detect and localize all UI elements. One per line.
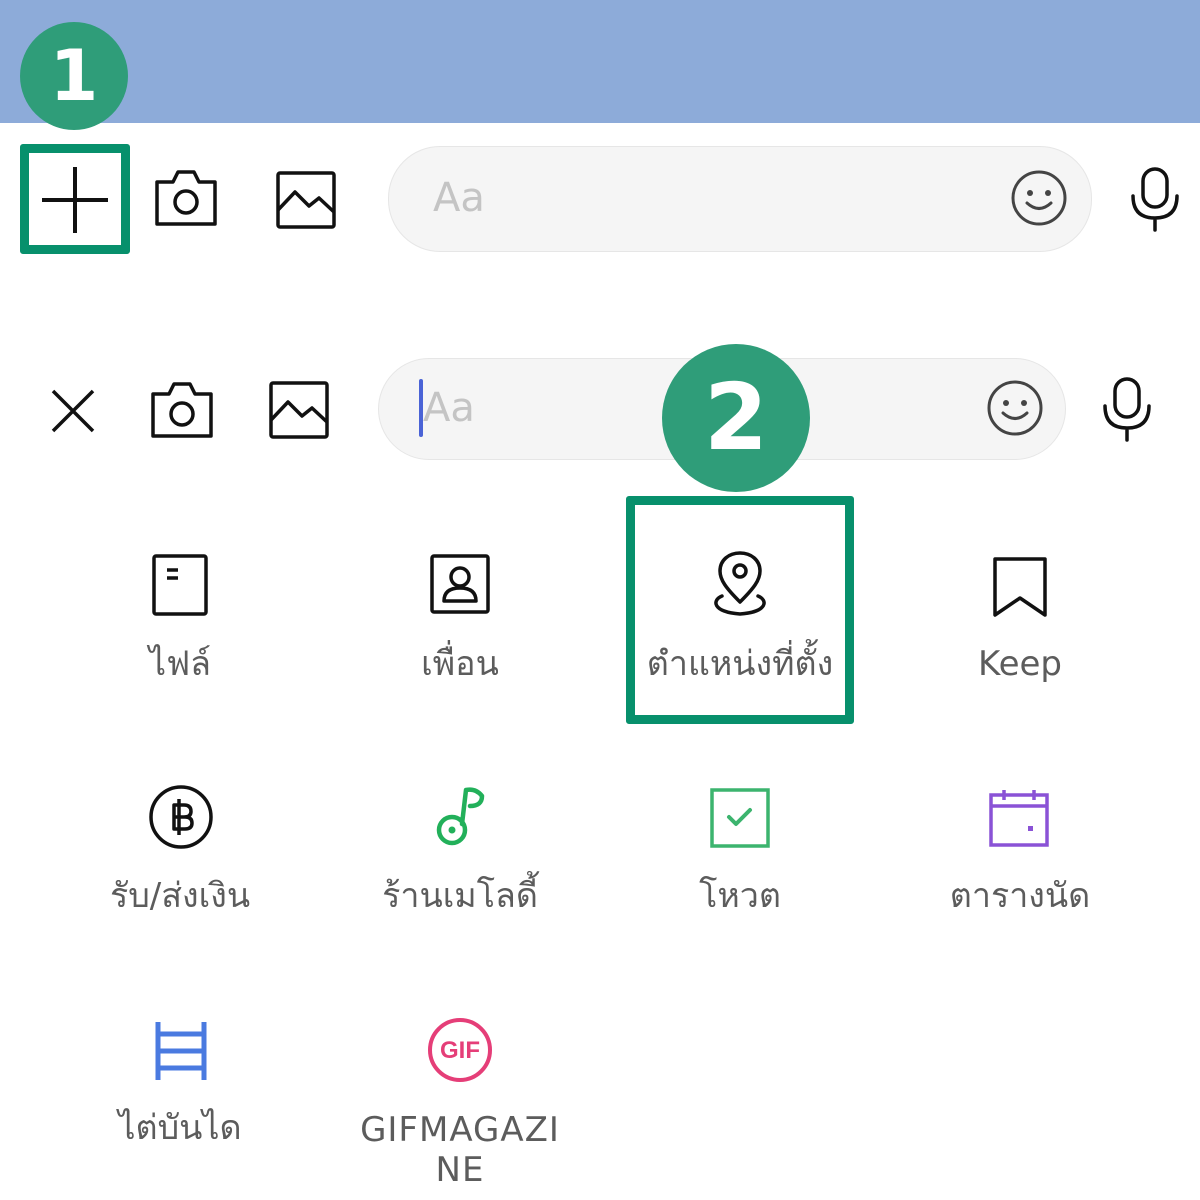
menu-item-friends[interactable]: เพื่อน xyxy=(320,540,600,710)
music-note-icon xyxy=(432,784,488,850)
image-icon[interactable] xyxy=(275,170,337,230)
message-input-placeholder: Aa xyxy=(423,385,475,431)
emoji-icon[interactable] xyxy=(985,378,1045,438)
camera-icon[interactable] xyxy=(149,378,215,442)
microphone-icon[interactable] xyxy=(1128,166,1182,232)
step-2-highlight xyxy=(626,496,854,724)
step-2-badge: 2 xyxy=(662,344,810,492)
menu-item-label: Keep xyxy=(977,644,1063,684)
menu-item-gifmagazine[interactable]: GIF GIFMAGAZI NE xyxy=(320,1012,600,1192)
gif-icon: GIF xyxy=(426,1016,494,1084)
menu-item-ladder[interactable]: ไต่บันได xyxy=(40,1012,320,1182)
bookmark-icon xyxy=(992,556,1048,618)
message-input[interactable]: Aa xyxy=(388,146,1092,252)
emoji-icon[interactable] xyxy=(1009,168,1069,228)
chat-header-band xyxy=(0,0,1200,123)
gif-icon-text: GIF xyxy=(440,1037,480,1064)
menu-item-label: ไฟล์ xyxy=(148,644,211,684)
message-input-placeholder: Aa xyxy=(433,175,485,221)
menu-item-vote[interactable]: โหวต xyxy=(600,780,880,950)
menu-item-schedule[interactable]: ตารางนัด xyxy=(880,780,1160,950)
menu-item-label: ร้านเมโลดี้ xyxy=(382,876,538,916)
microphone-icon[interactable] xyxy=(1100,376,1154,442)
step-1-highlight xyxy=(20,144,130,254)
menu-item-melody-shop[interactable]: ร้านเมโลดี้ xyxy=(320,780,600,950)
menu-item-label: ตารางนัด xyxy=(949,876,1091,916)
camera-icon[interactable] xyxy=(153,166,219,230)
menu-item-label: โหวต xyxy=(699,876,781,916)
ladder-icon xyxy=(152,1020,210,1082)
file-icon xyxy=(152,554,208,616)
menu-item-money-transfer[interactable]: รับ/ส่งเงิน xyxy=(40,780,320,950)
vote-checkbox-icon xyxy=(710,788,770,848)
menu-item-file[interactable]: ไฟล์ xyxy=(40,540,320,710)
calendar-icon xyxy=(988,788,1050,848)
menu-item-label: GIFMAGAZI NE xyxy=(360,1110,560,1190)
close-icon[interactable] xyxy=(50,388,96,434)
contact-icon xyxy=(430,554,490,614)
menu-item-label: ไต่บันได xyxy=(118,1108,242,1148)
step-1-badge: 1 xyxy=(20,22,128,130)
image-icon[interactable] xyxy=(268,380,330,440)
menu-item-label: รับ/ส่งเงิน xyxy=(109,876,251,916)
menu-item-label: เพื่อน xyxy=(421,644,499,684)
baht-coin-icon xyxy=(148,784,214,850)
menu-item-keep[interactable]: Keep xyxy=(880,540,1160,710)
